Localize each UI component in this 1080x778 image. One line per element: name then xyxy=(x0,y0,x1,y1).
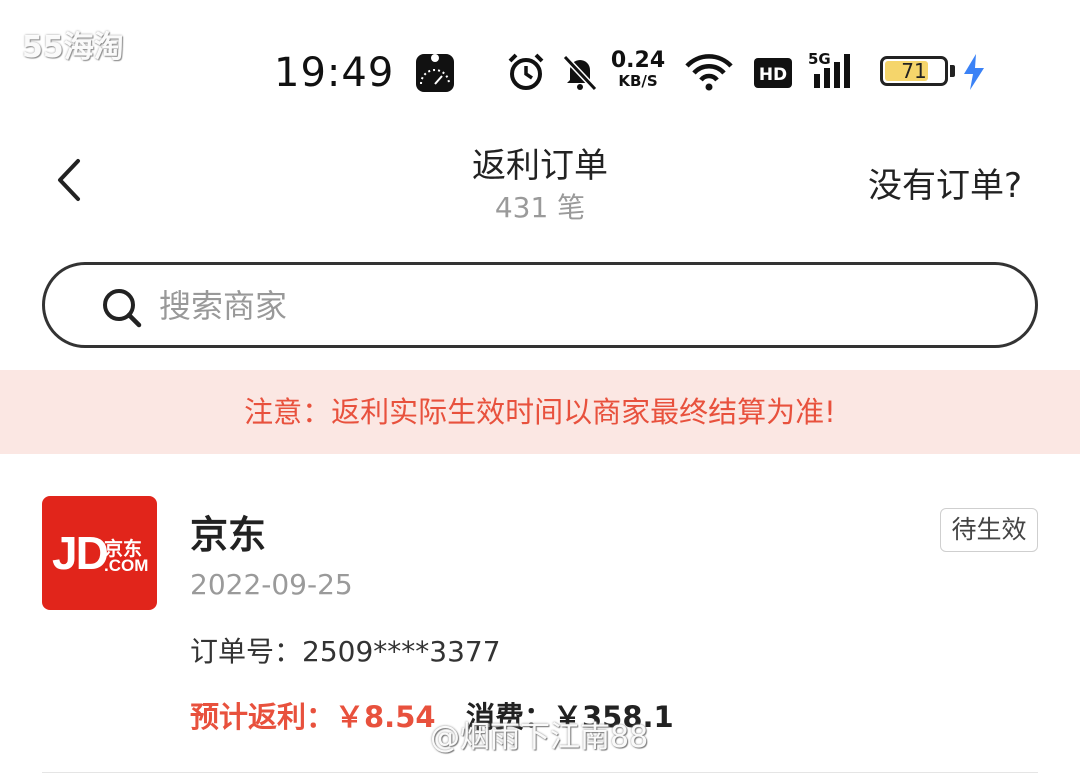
status-bar: 19:49 0.24 KB/S HD 5G 71 xyxy=(0,40,1080,110)
alarm-icon xyxy=(506,52,546,96)
divider xyxy=(42,772,1038,773)
jd-logo: JD 京东 .COM xyxy=(42,496,157,610)
mute-bell-icon xyxy=(560,52,600,96)
battery-icon: 71 xyxy=(880,56,948,86)
order-number: 订单号：2509****3377 xyxy=(190,635,501,668)
network-speed: 0.24 KB/S xyxy=(610,48,666,90)
search-input[interactable] xyxy=(157,279,981,333)
hd-icon: HD xyxy=(754,58,792,92)
clock: 19:49 xyxy=(274,50,395,96)
status-badge: 待生效 xyxy=(940,508,1038,552)
no-order-help-link[interactable]: 没有订单? xyxy=(868,158,1022,207)
svg-text:HD: HD xyxy=(759,65,787,85)
battery-tip xyxy=(950,65,955,77)
wifi-icon xyxy=(684,52,734,96)
search-bar[interactable] xyxy=(42,262,1038,348)
cellular-signal-icon: 5G xyxy=(808,50,864,94)
order-date: 2022-09-25 xyxy=(190,568,353,601)
merchant-name: 京东 xyxy=(190,513,267,557)
search-icon xyxy=(101,287,143,333)
speedometer-app-icon xyxy=(414,50,456,98)
svg-text:5G: 5G xyxy=(808,50,831,68)
notice-banner: 注意：返利实际生效时间以商家最终结算为准! xyxy=(0,370,1080,454)
charging-bolt-icon xyxy=(962,54,986,94)
estimated-cashback: 预计返利：￥8.54 xyxy=(190,700,436,734)
watermark-text: @烟雨下江南88 xyxy=(430,720,649,755)
